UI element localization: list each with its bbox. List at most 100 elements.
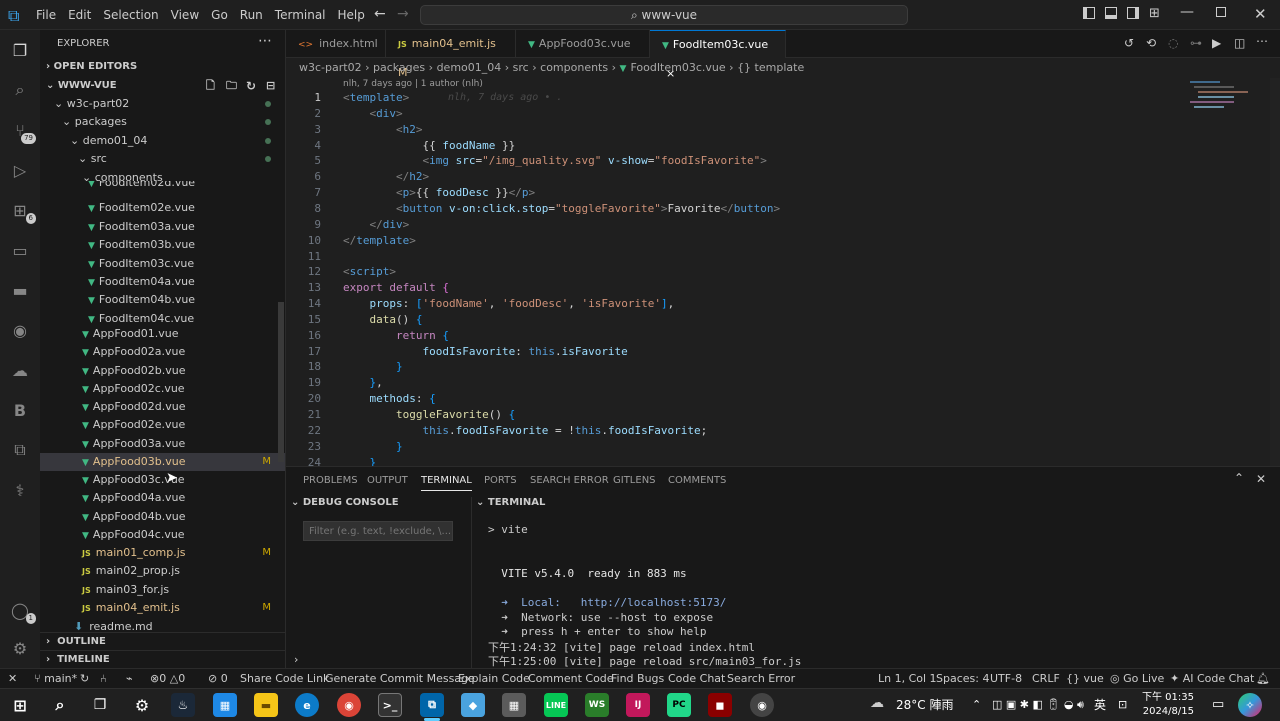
git-graph-icon[interactable]: ⑃ [100, 669, 107, 688]
sidebar-scrollbar[interactable] [278, 302, 284, 462]
code-line[interactable]: } [343, 439, 403, 455]
task-view-icon[interactable]: ❐ [88, 693, 112, 717]
panel-tab-gitlens[interactable]: GITLENS [613, 475, 656, 486]
language-mode[interactable]: {} vue [1066, 669, 1104, 688]
code-line[interactable]: methods: { [343, 391, 436, 407]
component-file-item[interactable]: ▼ FoodItem04b.vue [40, 291, 285, 309]
code-line[interactable]: <img src="/img_quality.svg" v-show="food… [343, 153, 766, 169]
component-file-item[interactable]: ▼ FoodItem03b.vue [40, 236, 285, 254]
settings-gear-icon[interactable]: ⚙ [8, 636, 32, 660]
split-editor-icon[interactable]: ◫ [1234, 36, 1245, 50]
open-editors-header[interactable]: › OPEN EDITORS [40, 58, 285, 76]
pycharm-icon[interactable]: PC [667, 693, 691, 717]
rocket-icon[interactable]: ⌁ [126, 669, 133, 688]
weather-text[interactable]: 28°C 陣雨 [896, 689, 953, 721]
app-icon[interactable]: ◆ [461, 693, 485, 717]
customize-layout-icon[interactable]: ⊞ [1149, 6, 1160, 21]
status-find-bugs[interactable]: Find Bugs [611, 669, 664, 688]
extensions-icon[interactable]: ⊞ 6 [8, 198, 36, 224]
file-explorer-icon[interactable]: ▬ [254, 693, 278, 717]
vscode-taskbar-icon[interactable]: ⧉ [420, 693, 444, 717]
src-file-item[interactable]: ▼ AppFood03c.vue [40, 471, 285, 489]
folder-demo01-04[interactable]: ⌄ demo01_04 [40, 132, 285, 150]
close-window-icon[interactable]: ✕ [1254, 5, 1267, 23]
chrome-icon[interactable]: ◉ [337, 693, 361, 717]
src-file-item[interactable]: ▼ AppFood04b.vue [40, 508, 285, 526]
workspace-header[interactable]: ⌄ WWW-VUE 🗋 🗀 ↻ ⊟ [40, 77, 285, 95]
breadcrumb-item[interactable]: FoodItem03c.vue [630, 61, 725, 74]
edge-icon[interactable]: e [295, 693, 319, 717]
remote-explorer-icon[interactable]: ▭ [8, 238, 32, 262]
code-line[interactable]: </h2> [343, 169, 429, 185]
code-line[interactable]: foodIsFavorite: this.isFavorite [343, 344, 627, 360]
obs-icon[interactable]: ◉ [750, 693, 774, 717]
component-file-item[interactable]: ▼ FoodItem04a.vue [40, 273, 285, 291]
webstorm-icon[interactable]: WS [585, 693, 609, 717]
search-view-icon[interactable]: ⌕ [8, 78, 32, 102]
command-center-search[interactable]: ⌕ www-vue [420, 5, 908, 25]
panel-tab-ports[interactable]: PORTS [484, 475, 517, 486]
menu-run[interactable]: Run [234, 0, 269, 30]
app-red-icon[interactable]: ◼ [708, 693, 732, 717]
folder-w3c-part02[interactable]: ⌄ w3c-part02 [40, 95, 285, 113]
code-line[interactable]: <p>{{ foodDesc }}</p> [343, 185, 535, 201]
timeline-header[interactable]: › TIMELINE [40, 650, 285, 668]
menu-go[interactable]: Go [205, 0, 234, 30]
accounts-icon[interactable]: ◯ 1 [8, 598, 36, 624]
component-file-item[interactable]: ▼ FoodItem02d.vue [40, 181, 285, 190]
breadcrumb-item[interactable]: src [513, 61, 529, 74]
tray-icons[interactable]: ◫ ▣ ✱ ◧ 🔋︎ ◒ 🔊︎ [992, 689, 1084, 721]
tab-appfood03c-vue[interactable]: ▼ AppFood03c.vue [516, 30, 650, 58]
status-comment-code[interactable]: Comment Code [528, 669, 614, 688]
settings-gear-icon[interactable]: ⚙ [130, 693, 154, 717]
breadcrumb-item[interactable]: demo01_04 [437, 61, 502, 74]
remote-indicator-icon[interactable]: ✕ [8, 669, 17, 688]
encoding[interactable]: UTF-8 [990, 669, 1022, 688]
ai-code-chat-button[interactable]: ✦ AI Code Chat [1170, 669, 1254, 688]
code-line[interactable]: props: ['foodName', 'foodDesc', 'isFavor… [343, 296, 675, 312]
menu-file[interactable]: File [30, 0, 62, 30]
cursor-position[interactable]: Ln 1, Col 1 [878, 669, 937, 688]
code-line[interactable]: toggleFavorite() { [343, 407, 515, 423]
new-file-icon[interactable]: 🗋 [206, 77, 215, 95]
forward-arrow-icon[interactable]: → [397, 6, 409, 22]
code-line[interactable]: } [343, 359, 403, 375]
panel-tab-search-error[interactable]: SEARCH ERROR [530, 475, 609, 486]
problems-indicator[interactable]: ⊗0 △0 [150, 669, 185, 688]
chevron-right-icon[interactable]: › [294, 653, 298, 666]
tab-fooditem03c-vue[interactable]: ▼ FoodItem03c.vue × [650, 30, 786, 80]
run-debug-icon[interactable]: ▷ [8, 158, 32, 182]
code-line[interactable]: </template> [343, 233, 416, 249]
branch-indicator[interactable]: ⑂ main* [34, 669, 77, 688]
notifications-bell-icon[interactable]: 🔔︎ [1256, 669, 1270, 688]
folder-icon[interactable]: ▬ [8, 278, 32, 302]
code-line[interactable]: </div> [343, 217, 410, 233]
windows-start-icon[interactable]: ⊞ [8, 693, 32, 717]
source-control-icon[interactable]: ⑂ 79 [8, 118, 36, 144]
python-icon[interactable]: ⚕ [8, 478, 32, 502]
sync-icon[interactable]: ↻ [80, 669, 89, 688]
breadcrumb-item[interactable]: {} template [737, 61, 804, 74]
ime-indicator[interactable]: 英 [1094, 689, 1106, 721]
code-line[interactable]: <h2> [343, 122, 423, 138]
status-search-error[interactable]: Search Error [727, 669, 795, 688]
menu-help[interactable]: Help [332, 0, 371, 30]
menu-selection[interactable]: Selection [97, 0, 164, 30]
code-line[interactable]: } [343, 455, 377, 466]
codelens-blame[interactable]: nlh, 7 days ago | 1 author (nlh) [343, 78, 483, 90]
run-icon[interactable]: ▶ [1212, 36, 1221, 50]
notification-center-icon[interactable]: ▭ [1212, 689, 1224, 721]
src-file-item[interactable]: JS main04_emit.js M [40, 599, 285, 617]
code-line[interactable]: this.foodIsFavorite = !this.foodIsFavori… [343, 423, 707, 439]
component-file-item[interactable]: ▼ FoodItem02e.vue [40, 199, 285, 217]
panels-icon[interactable]: ⧉ [8, 438, 32, 462]
component-file-item[interactable]: ▼ FoodItem03a.vue [40, 218, 285, 236]
explorer-icon[interactable]: ❐ [8, 38, 32, 62]
src-file-item[interactable]: ▼ AppFood02a.vue [40, 343, 285, 361]
src-file-item[interactable]: ▼ AppFood02b.vue [40, 362, 285, 380]
panel-tab-problems[interactable]: PROBLEMS [303, 475, 358, 486]
menu-view[interactable]: View [165, 0, 205, 30]
code-line[interactable]: <button v-on:click.stop="toggleFavorite"… [343, 201, 780, 217]
timeline-history-icon[interactable]: ↺ [1124, 36, 1134, 50]
breadcrumb-item[interactable]: components [540, 61, 608, 74]
